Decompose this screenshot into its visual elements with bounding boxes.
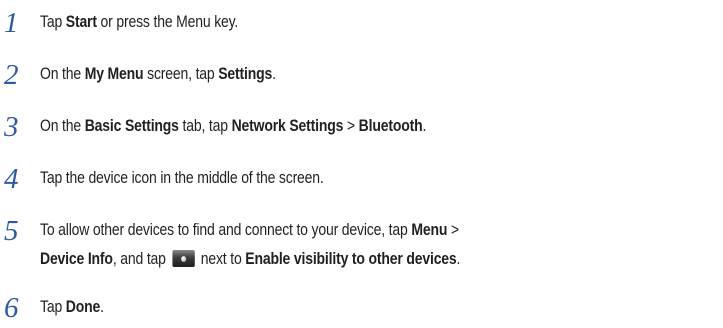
step-number: 3	[4, 111, 19, 143]
step-number: 1	[4, 7, 19, 39]
step-text: Tap Start or press the Menu key.	[40, 8, 621, 37]
ui-term: Enable visibility to other devices	[245, 250, 457, 268]
ui-term: Device Info	[40, 250, 113, 268]
ui-term: Menu	[411, 221, 448, 239]
step-text-run: >	[447, 221, 459, 239]
ui-term: Basic Settings	[84, 117, 179, 135]
ui-term: Bluetooth	[358, 117, 423, 135]
visibility-toggle-icon	[172, 250, 195, 267]
step-number: 2	[4, 59, 19, 91]
step-text: On the Basic Settings tab, tap Network S…	[40, 112, 621, 141]
ui-term: Start	[65, 13, 97, 31]
step-text-run: screen, tap	[143, 65, 219, 83]
instruction-steps: 1 Tap Start or press the Menu key. 2 On …	[0, 0, 723, 328]
step-text-run: To allow other devices to find and conne…	[40, 221, 412, 239]
step-text-run: Tap the device icon in the middle of the…	[40, 169, 324, 187]
step-text-run: , and tap	[112, 250, 170, 268]
step-number: 5	[4, 215, 19, 247]
step-text-run: .	[456, 250, 461, 268]
step-number: 6	[4, 292, 19, 324]
ui-term: Done	[65, 298, 101, 316]
step-text-run: tab, tap	[178, 117, 232, 135]
ui-term: My Menu	[84, 65, 144, 83]
step-text: Tap Done.	[40, 293, 621, 322]
step-text: On the My Menu screen, tap Settings.	[40, 60, 621, 89]
step-text-run: .	[100, 298, 104, 316]
step-text-run: Tap	[40, 13, 66, 31]
step-text-run: next to	[197, 250, 246, 268]
step-text-run: .	[272, 65, 276, 83]
step-number: 4	[4, 163, 19, 195]
ui-term: Network Settings	[231, 117, 344, 135]
step-text-run: Tap	[40, 298, 66, 316]
step-text-run: .	[422, 117, 427, 135]
step-text: Tap the device icon in the middle of the…	[40, 164, 621, 193]
step-text-run: >	[343, 117, 359, 135]
step-text-run: or press the Menu key.	[96, 13, 239, 31]
step-text: To allow other devices to find and conne…	[40, 216, 621, 274]
ui-term: Settings	[218, 65, 273, 83]
step-text-run: On the	[40, 65, 85, 83]
step-text-run: On the	[40, 117, 85, 135]
